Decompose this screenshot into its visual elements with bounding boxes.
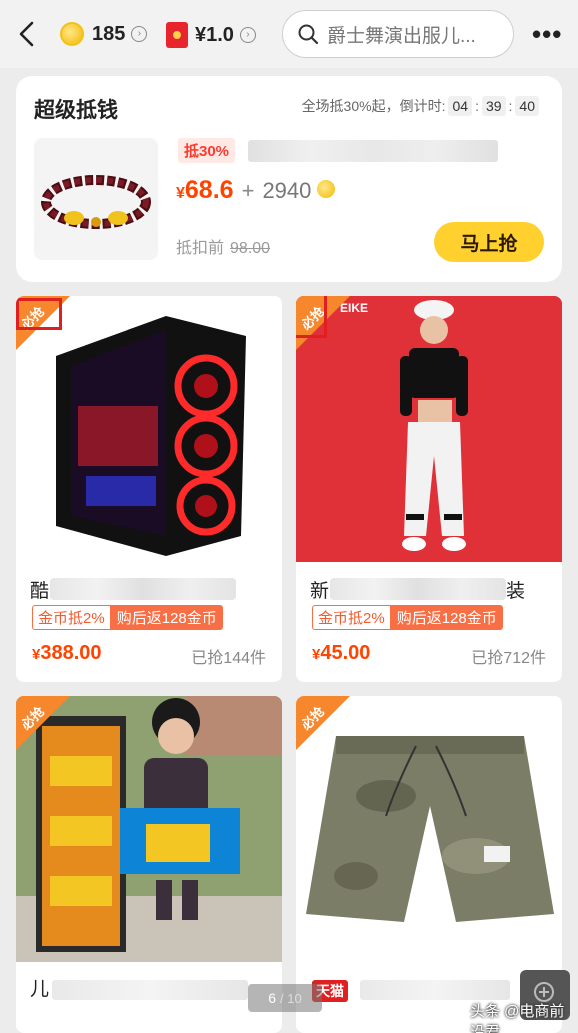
promo-price-value: 68.6: [184, 176, 234, 204]
product-card[interactable]: 必抢 酷 金币抵2% 购后返128金币 ¥388.00 已抢144件: [16, 296, 282, 682]
red-packet-amount: ¥1.0: [195, 23, 234, 46]
bracelet-product-image[interactable]: [34, 138, 158, 260]
coin-count: 185: [92, 22, 126, 45]
coin-balance[interactable]: 185 ›: [60, 22, 148, 46]
product-card[interactable]: EIKE 必抢 新 装 金币抵2% 购后返128金币 ¥45.00 已抢712件: [296, 296, 562, 682]
product-title-start: 儿: [30, 979, 50, 1000]
chevron-right-icon: ›: [239, 27, 256, 43]
product-title-blurred: [52, 980, 248, 1000]
sold-count: 已抢712件: [471, 650, 546, 667]
timer-hours: 04: [448, 96, 473, 116]
top-bar: 185 › ¥1.0 › 爵士舞演出服儿... •••: [0, 0, 578, 68]
timer-minutes: 39: [481, 96, 506, 116]
promo-title: 超级抵钱: [34, 99, 118, 122]
toy-truck-product-image[interactable]: 必抢: [16, 696, 282, 962]
product-title-start: 酷: [30, 581, 50, 602]
corner-highlight-box: [16, 298, 62, 330]
product-title-blurred: [330, 578, 506, 600]
coin-return-tag: 购后返128金币: [110, 605, 223, 630]
search-icon: [298, 24, 319, 45]
timer-seconds: 40: [515, 96, 539, 116]
red-packet-balance[interactable]: ¥1.0 ›: [166, 22, 256, 48]
search-placeholder: 爵士舞演出服儿...: [327, 25, 476, 47]
camo-shorts-product-image[interactable]: 必抢: [296, 696, 562, 962]
dance-outfit-product-image[interactable]: EIKE 必抢: [296, 296, 562, 562]
product-title-start: 新: [310, 581, 330, 602]
original-price: 抵扣前 98.00: [176, 240, 271, 257]
discount-badge: 抵30%: [178, 138, 236, 163]
product-title-blurred: [360, 980, 510, 1000]
grab-now-button[interactable]: 马上抢: [434, 222, 544, 262]
coin-discount-tag: 金币抵2%: [312, 605, 391, 630]
timer-label: 全场抵30%起，倒计时:: [301, 98, 446, 114]
back-arrow-icon[interactable]: [12, 18, 42, 50]
promo-coin-cost: 2940: [262, 178, 312, 203]
promo-price: ¥68.6 + 2940: [176, 176, 336, 205]
coin-tags: 金币抵2% 购后返128金币: [32, 605, 223, 630]
pc-case-product-image[interactable]: 必抢: [16, 296, 282, 562]
more-menu-icon[interactable]: •••: [532, 21, 562, 47]
product-price: ¥45.00: [312, 642, 371, 664]
product-title-end: 装: [506, 581, 526, 602]
search-input[interactable]: 爵士舞演出服儿...: [282, 10, 514, 58]
coin-tags: 金币抵2% 购后返128金币: [312, 605, 503, 630]
red-packet-icon: [166, 22, 188, 48]
page-current: 6: [268, 990, 277, 1006]
product-card[interactable]: 必抢 儿: [16, 696, 282, 1033]
page-indicator: 6 / 10: [248, 984, 322, 1012]
product-price: ¥388.00: [32, 642, 102, 664]
gold-coin-icon: [317, 180, 336, 198]
corner-highlight-box: [296, 296, 327, 338]
watermark: 头条 @电商前沿君: [470, 1003, 565, 1033]
coin-return-tag: 购后返128金币: [390, 605, 503, 630]
product-title-blurred: [248, 140, 498, 162]
page-total: / 10: [280, 990, 302, 1006]
countdown-timer: 全场抵30%起，倒计时: 04 : 39 : 40: [302, 96, 542, 116]
sold-count: 已抢144件: [191, 650, 266, 667]
chevron-right-icon: ›: [131, 26, 148, 42]
coin-discount-tag: 金币抵2%: [32, 605, 111, 630]
product-title-blurred: [50, 578, 236, 600]
super-discount-card: 超级抵钱 全场抵30%起，倒计时: 04 : 39 : 40 抵30% ¥68.…: [16, 76, 562, 282]
gold-coin-icon: [60, 22, 84, 46]
